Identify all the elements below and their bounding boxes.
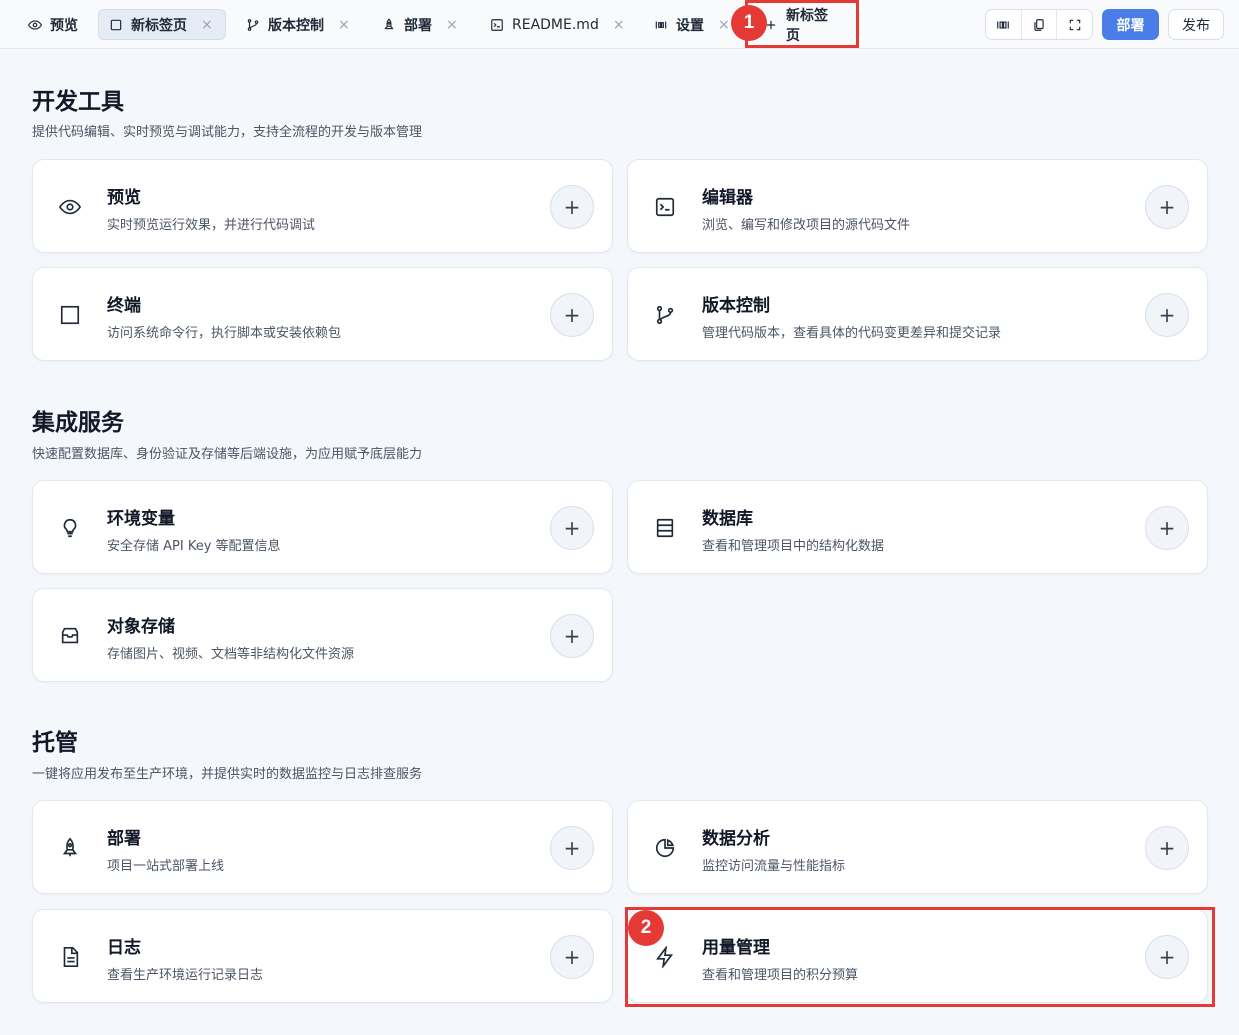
add-button[interactable]: + [550, 614, 594, 658]
tab-label: 新标签页 [131, 17, 187, 34]
card-title: 编辑器 [702, 188, 753, 208]
card-desc: 查看生产环境运行记录日志 [107, 968, 264, 983]
card-desc: 实时预览运行效果，并进行代码调试 [107, 218, 316, 233]
section-title: 托管 [32, 730, 78, 756]
card-analytics[interactable]: 数据分析 监控访问流量与性能指标 + [627, 800, 1208, 894]
close-icon[interactable]: × [201, 17, 213, 33]
view-toolbar [985, 9, 1093, 40]
columns-icon [996, 18, 1010, 32]
card-desc: 访问系统命令行，执行脚本或安装依赖包 [107, 326, 342, 341]
add-button[interactable]: + [1145, 826, 1189, 870]
close-icon[interactable]: × [718, 17, 730, 33]
card-desc: 查看和管理项目的积分预算 [702, 968, 859, 983]
card-database[interactable]: 数据库 查看和管理项目中的结构化数据 + [627, 480, 1208, 574]
add-button[interactable]: + [550, 935, 594, 979]
tab-label: 版本控制 [268, 17, 324, 34]
section-desc: 快速配置数据库、身份验证及存储等后端设施，为应用赋予底层能力 [32, 447, 423, 462]
card-desc: 存储图片、视频、文档等非结构化文件资源 [107, 647, 355, 662]
close-icon[interactable]: × [446, 17, 458, 33]
card-title: 部署 [107, 829, 141, 849]
tab-deploy[interactable]: 部署 × [372, 9, 468, 40]
split-view-button[interactable] [986, 10, 1022, 39]
tab-preview[interactable]: 预览 [18, 9, 88, 40]
git-branch-icon [246, 18, 260, 32]
add-button[interactable]: + [1145, 293, 1189, 337]
add-button[interactable]: + [550, 506, 594, 550]
zap-icon [654, 946, 676, 968]
card-desc: 查看和管理项目中的结构化数据 [702, 539, 885, 554]
card-title: 数据库 [702, 509, 753, 529]
terminal-icon [654, 196, 676, 218]
rocket-icon [59, 837, 81, 859]
card-desc: 浏览、编写和修改项目的源代码文件 [702, 218, 911, 233]
tab-label: README.md [512, 16, 599, 33]
square-icon [59, 304, 81, 326]
add-button[interactable]: + [1145, 506, 1189, 550]
copy-button[interactable] [1022, 10, 1058, 39]
card-title: 数据分析 [702, 829, 770, 849]
file-text-icon [59, 946, 81, 968]
square-icon [109, 18, 123, 32]
step-marker: 1 [731, 5, 767, 41]
database-icon [654, 517, 676, 539]
card-editor[interactable]: 编辑器 浏览、编写和修改项目的源代码文件 + [627, 159, 1208, 253]
close-icon[interactable]: × [613, 17, 625, 33]
section-title: 开发工具 [32, 89, 124, 115]
section-title: 集成服务 [32, 410, 124, 436]
rocket-icon [382, 17, 396, 32]
card-title: 环境变量 [107, 509, 175, 529]
card-terminal[interactable]: 终端 访问系统命令行，执行脚本或安装依赖包 + [32, 267, 613, 361]
card-title: 用量管理 [702, 938, 770, 958]
publish-button[interactable]: 发布 [1168, 9, 1224, 40]
card-title: 日志 [107, 938, 141, 958]
card-object-storage[interactable]: 对象存储 存储图片、视频、文档等非结构化文件资源 + [32, 588, 613, 682]
tab-label: 部署 [404, 17, 432, 34]
card-desc: 管理代码版本，查看具体的代码变更差异和提交记录 [702, 326, 1002, 341]
close-icon[interactable]: × [338, 17, 350, 33]
card-version-control[interactable]: 版本控制 管理代码版本，查看具体的代码变更差异和提交记录 + [627, 267, 1208, 361]
copy-icon [1032, 18, 1046, 32]
card-env-vars[interactable]: 环境变量 安全存储 API Key 等配置信息 + [32, 480, 613, 574]
card-usage-management[interactable]: 用量管理 查看和管理项目的积分预算 + [627, 909, 1208, 1003]
deploy-button[interactable]: 部署 [1102, 9, 1159, 40]
tab-settings[interactable]: 设置 × [644, 9, 740, 40]
section-desc: 一键将应用发布至生产环境，并提供实时的数据监控与日志排查服务 [32, 767, 423, 782]
section-desc: 提供代码编辑、实时预览与调试能力，支持全流程的开发与版本管理 [32, 125, 423, 140]
lightbulb-icon [59, 517, 81, 539]
card-title: 终端 [107, 296, 141, 316]
tab-version-control[interactable]: 版本控制 × [236, 9, 360, 40]
git-branch-icon [654, 304, 676, 326]
card-title: 版本控制 [702, 296, 770, 316]
fullscreen-button[interactable] [1057, 10, 1092, 39]
tab-label: 新标签页 [786, 7, 828, 44]
eye-icon [59, 196, 81, 218]
tab-label: 预览 [50, 17, 78, 34]
card-logs[interactable]: 日志 查看生产环境运行记录日志 + [32, 909, 613, 1003]
card-deploy[interactable]: 部署 项目一站式部署上线 + [32, 800, 613, 894]
tab-label: 设置 [676, 17, 704, 34]
eye-icon [28, 18, 42, 32]
new-tab-button[interactable]: 新标签页 [754, 8, 850, 44]
fullscreen-icon [1068, 18, 1082, 32]
add-button[interactable]: + [550, 826, 594, 870]
tab-new-tab-active[interactable]: 新标签页 × [98, 9, 226, 40]
pie-chart-icon [654, 837, 676, 859]
archive-icon [59, 625, 81, 647]
tab-readme[interactable]: README.md × [480, 9, 635, 40]
card-desc: 安全存储 API Key 等配置信息 [107, 539, 281, 554]
card-title: 对象存储 [107, 617, 175, 637]
terminal-file-icon [490, 18, 504, 32]
card-desc: 项目一站式部署上线 [107, 859, 225, 874]
tab-bar: 预览 新标签页 × 版本控制 × 部署 × README.md × 设置 × 新… [0, 0, 1239, 49]
add-button[interactable]: + [550, 293, 594, 337]
add-button[interactable]: + [1145, 185, 1189, 229]
add-button[interactable]: + [1145, 935, 1189, 979]
card-title: 预览 [107, 188, 141, 208]
add-button[interactable]: + [550, 185, 594, 229]
settings-sliders-icon [654, 18, 668, 32]
card-desc: 监控访问流量与性能指标 [702, 859, 846, 874]
step-marker: 2 [628, 910, 664, 946]
card-preview[interactable]: 预览 实时预览运行效果，并进行代码调试 + [32, 159, 613, 253]
